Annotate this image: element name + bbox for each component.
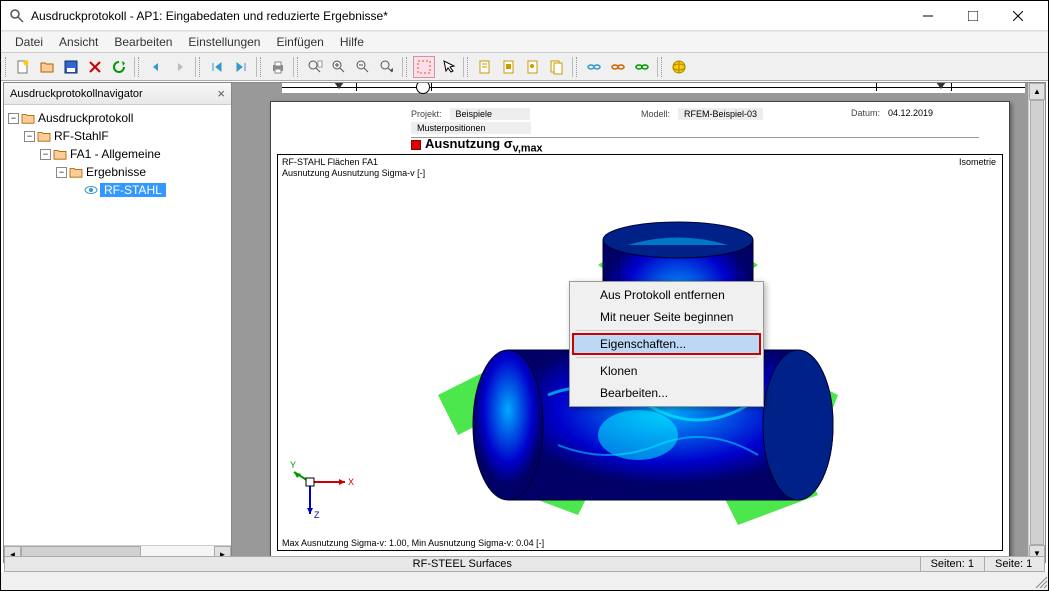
- zoom-out-icon[interactable]: [352, 56, 374, 78]
- folder-icon: [21, 112, 35, 124]
- graphic-label-1: RF-STAHL Flächen FA1: [282, 157, 378, 167]
- ctx-separator: [576, 330, 757, 331]
- section-marker-icon: [411, 140, 421, 150]
- save-icon[interactable]: [60, 56, 82, 78]
- open-icon[interactable]: [36, 56, 58, 78]
- doc3-icon[interactable]: [522, 56, 544, 78]
- folder-icon: [53, 148, 67, 160]
- ctx-clone[interactable]: Klonen: [572, 360, 761, 382]
- svg-text:X: X: [348, 477, 354, 487]
- delete-icon[interactable]: [84, 56, 106, 78]
- menu-hilfe[interactable]: Hilfe: [332, 33, 372, 51]
- svg-text:Y: Y: [290, 460, 296, 470]
- link1-icon[interactable]: [583, 56, 605, 78]
- document-vscrollbar[interactable]: ▲ ▼: [1028, 83, 1045, 562]
- menu-einfuegen[interactable]: Einfügen: [268, 33, 331, 51]
- status-center: RF-STEEL Surfaces: [5, 558, 920, 570]
- modell-label: Modell:: [641, 109, 670, 119]
- tree-node-label[interactable]: FA1 - Allgemeine: [70, 147, 161, 161]
- folder-icon: [69, 166, 83, 178]
- navigator-panel: Ausdruckprotokollnavigator × − Ausdruckp…: [4, 83, 232, 562]
- navigator-tree[interactable]: − Ausdruckprotokoll − RF-StahlF − FA1 - …: [4, 105, 231, 545]
- nav-prev-icon[interactable]: [145, 56, 167, 78]
- doc1-icon[interactable]: [474, 56, 496, 78]
- eye-icon: [84, 183, 98, 197]
- refresh-icon[interactable]: [108, 56, 130, 78]
- datum-value: 04.12.2019: [888, 108, 933, 118]
- projekt-value: Beispiele: [450, 108, 530, 120]
- datum-label: Datum:: [851, 108, 880, 118]
- tree-leaf-selected[interactable]: RF-STAHL: [100, 183, 166, 197]
- close-button[interactable]: [995, 1, 1040, 30]
- svg-text:Z: Z: [314, 510, 320, 520]
- status-pages: Seiten: 1: [920, 557, 984, 571]
- zoom-in-icon[interactable]: [328, 56, 350, 78]
- title-bar: Ausdruckprotokoll - AP1: Eingabedaten un…: [1, 1, 1048, 31]
- toolbar: [1, 53, 1048, 81]
- scroll-up-icon[interactable]: ▲: [1029, 83, 1045, 100]
- context-menu: Aus Protokoll entfernen Mit neuer Seite …: [569, 281, 764, 407]
- main-area: Ausdruckprotokollnavigator × − Ausdruckp…: [3, 82, 1046, 563]
- minimize-button[interactable]: [905, 1, 950, 30]
- status-bar-outer: [1, 572, 1048, 590]
- ctx-new-page[interactable]: Mit neuer Seite beginnen: [572, 306, 761, 328]
- status-bar-inner: RF-STEEL Surfaces Seiten: 1 Seite: 1: [4, 556, 1045, 572]
- navigator-close-icon[interactable]: ×: [217, 86, 225, 101]
- nav-next-icon[interactable]: [169, 56, 191, 78]
- app-icon: [9, 8, 25, 24]
- pointer-icon[interactable]: [437, 56, 459, 78]
- select-mode-icon[interactable]: [413, 56, 435, 78]
- window-title: Ausdruckprotokoll - AP1: Eingabedaten un…: [31, 9, 905, 23]
- ctx-separator: [576, 357, 757, 358]
- ruler[interactable]: [282, 83, 1025, 93]
- new-icon[interactable]: [12, 56, 34, 78]
- tree-node-label[interactable]: Ergebnisse: [86, 165, 146, 179]
- menu-ansicht[interactable]: Ansicht: [51, 33, 106, 51]
- link3-icon[interactable]: [631, 56, 653, 78]
- navigator-title: Ausdruckprotokollnavigator: [10, 88, 143, 100]
- menu-einstellungen[interactable]: Einstellungen: [180, 33, 268, 51]
- tree-root-label[interactable]: Ausdruckprotokoll: [38, 111, 133, 125]
- scroll-thumb[interactable]: [1030, 100, 1044, 545]
- graphic-label-2: Ausnutzung Ausnutzung Sigma-v [-]: [282, 168, 425, 178]
- ctx-properties[interactable]: Eigenschaften...: [572, 333, 761, 355]
- axis-indicator: X Y Z: [290, 442, 360, 522]
- ctx-edit[interactable]: Bearbeiten...: [572, 382, 761, 404]
- tree-toggle[interactable]: −: [56, 167, 67, 178]
- modell-value: RFEM-Beispiel-03: [678, 108, 763, 120]
- doc2-icon[interactable]: [498, 56, 520, 78]
- status-page: Seite: 1: [984, 557, 1044, 571]
- tree-toggle[interactable]: −: [8, 113, 19, 124]
- doc4-icon[interactable]: [546, 56, 568, 78]
- graphic-iso-label: Isometrie: [959, 157, 996, 167]
- menu-datei[interactable]: Datei: [7, 33, 51, 51]
- ctx-remove[interactable]: Aus Protokoll entfernen: [572, 284, 761, 306]
- tree-toggle[interactable]: −: [24, 131, 35, 142]
- zoom-level-icon[interactable]: [376, 56, 398, 78]
- print-icon[interactable]: [267, 56, 289, 78]
- page-header: Projekt: Beispiele Musterpositionen Mode…: [411, 108, 979, 138]
- tree-node-label[interactable]: RF-StahlF: [54, 129, 109, 143]
- zoom-page-icon[interactable]: [304, 56, 326, 78]
- lang-icon[interactable]: [668, 56, 690, 78]
- maximize-button[interactable]: [950, 1, 995, 30]
- last-icon[interactable]: [230, 56, 252, 78]
- menu-bearbeiten[interactable]: Bearbeiten: [106, 33, 180, 51]
- menu-bar: Datei Ansicht Bearbeiten Einstellungen E…: [1, 31, 1048, 53]
- resize-grip-icon[interactable]: [1032, 573, 1048, 589]
- navigator-header: Ausdruckprotokollnavigator ×: [4, 83, 231, 105]
- graphic-title: Ausnutzung σv,max: [425, 136, 543, 155]
- first-icon[interactable]: [206, 56, 228, 78]
- tree-toggle[interactable]: −: [40, 149, 51, 160]
- link2-icon[interactable]: [607, 56, 629, 78]
- projekt-label: Projekt:: [411, 109, 442, 119]
- folder-icon: [37, 130, 51, 142]
- muster-value: Musterpositionen: [411, 122, 531, 134]
